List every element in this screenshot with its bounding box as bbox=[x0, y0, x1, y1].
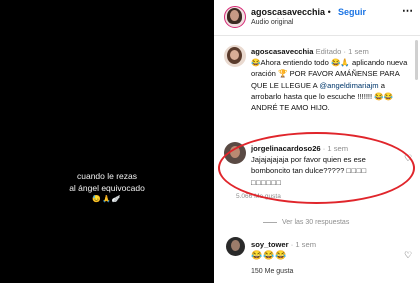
comment-time: 1 sem bbox=[295, 240, 317, 249]
comment-text: 😂😂😂 bbox=[251, 250, 288, 260]
comment-avatar[interactable] bbox=[224, 142, 246, 164]
audio-label[interactable]: Audio original bbox=[251, 19, 293, 26]
comment-time: 1 sem bbox=[327, 144, 349, 153]
caption-emoji: 😓🙏🪽 bbox=[92, 196, 122, 203]
comment-edited: Editado bbox=[315, 47, 342, 56]
comment-time: 1 sem bbox=[348, 47, 369, 56]
comment-username[interactable]: soy_tower bbox=[251, 240, 289, 249]
caption-line-2: al ángel equivocado bbox=[69, 183, 145, 193]
mention-link[interactable]: @angeldimariajm bbox=[319, 81, 378, 90]
like-heart-icon[interactable]: ♡ bbox=[404, 153, 412, 164]
comment-item: jorgelinacardoso26 · 1 sem Jajajajajaja … bbox=[251, 144, 367, 187]
comment-avatar[interactable] bbox=[224, 45, 246, 67]
footer-likes[interactable]: 150 Me gusta bbox=[251, 268, 293, 275]
header-divider bbox=[214, 35, 420, 36]
reel-video[interactable]: cuando le rezas al ángel equivocado 😓🙏🪽 bbox=[0, 0, 214, 283]
author-username[interactable]: agoscasavecchia • bbox=[251, 7, 331, 17]
view-replies-link[interactable]: Ver las 30 respuestas bbox=[263, 219, 349, 226]
comment-likes[interactable]: 5.066 Me gusta bbox=[236, 193, 281, 200]
like-heart-icon[interactable]: ♡ bbox=[404, 250, 412, 261]
comment-item: soy_tower · 1 sem 😂😂😂 bbox=[251, 240, 317, 260]
more-options-icon[interactable]: ⋯ bbox=[402, 4, 414, 17]
video-caption: cuando le rezas al ángel equivocado 😓🙏🪽 bbox=[0, 170, 214, 206]
comments-panel: agoscasavecchia • Seguir Audio original … bbox=[214, 0, 420, 283]
comment-username[interactable]: agoscasavecchia bbox=[251, 47, 313, 56]
caption-line-1: cuando le rezas bbox=[76, 171, 137, 181]
scrollbar[interactable] bbox=[415, 40, 418, 80]
follow-button[interactable]: Seguir bbox=[338, 7, 366, 17]
comment-item: agoscasavecchia Editado · 1 sem 😂Ahora e… bbox=[251, 47, 408, 113]
author-avatar[interactable] bbox=[224, 6, 246, 28]
comment-username[interactable]: jorgelinacardoso26 bbox=[251, 144, 321, 153]
comment-avatar[interactable] bbox=[226, 237, 245, 256]
